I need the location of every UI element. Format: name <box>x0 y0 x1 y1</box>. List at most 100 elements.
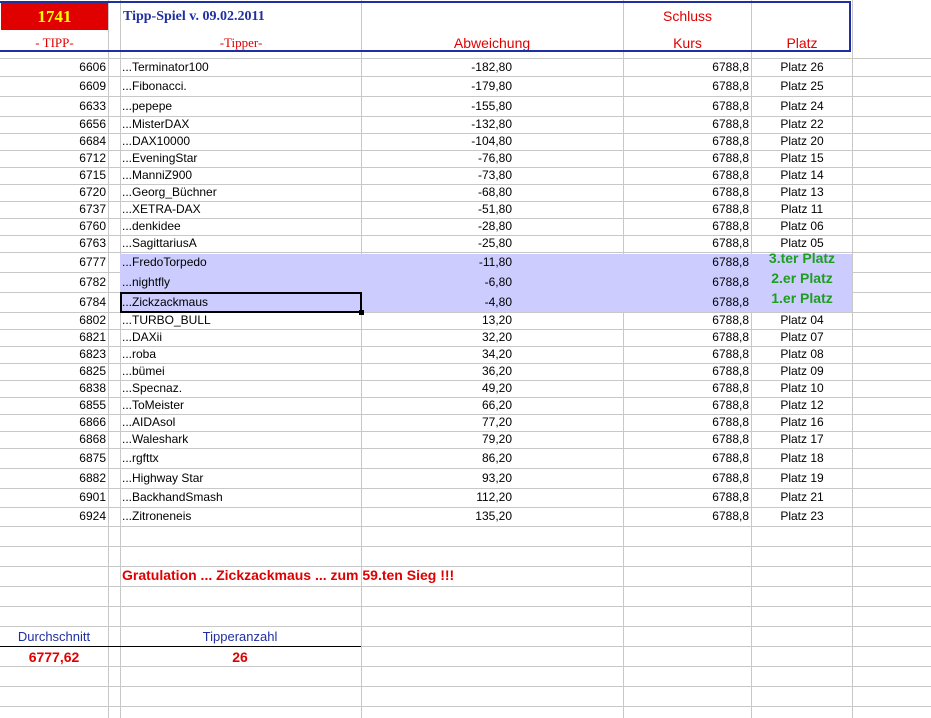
row-abweichung: 79,20 <box>481 432 512 446</box>
row-tipp: 6882 <box>79 471 106 485</box>
row-kurs: 6788,8 <box>712 168 749 182</box>
row-platz: Platz 06 <box>780 219 824 233</box>
row-abweichung: 49,20 <box>481 381 512 395</box>
row-abweichung: -25,80 <box>477 236 512 250</box>
row-kurs: 6788,8 <box>712 490 749 504</box>
row-platz: Platz 18 <box>780 451 824 465</box>
gratulation-text: Gratulation ... Zickzackmaus ... zum 59.… <box>122 567 455 583</box>
grid-column-line <box>120 0 121 718</box>
row-tipper: ...BackhandSmash <box>122 490 223 504</box>
row-kurs: 6788,8 <box>712 219 749 233</box>
row-tipp: 6720 <box>79 185 106 199</box>
row-kurs: 6788,8 <box>712 415 749 429</box>
row-platz: Platz 13 <box>780 185 824 199</box>
row-tipper: ...Highway Star <box>122 471 204 485</box>
row-abweichung: -76,80 <box>477 151 512 165</box>
row-tipper: ...Georg_Büchner <box>122 185 217 199</box>
row-tipper: ...MisterDAX <box>122 117 190 131</box>
grid-row-line <box>0 666 931 667</box>
row-tipper: ...Zitroneneis <box>122 509 192 523</box>
row-tipper: ...ToMeister <box>122 398 185 412</box>
row-platz: Platz 26 <box>780 60 824 74</box>
row-tipper: ...XETRA-DAX <box>122 202 201 216</box>
row-tipp: 6821 <box>79 330 106 344</box>
row-platz: Platz 21 <box>780 490 824 504</box>
row-tipp: 6777 <box>79 255 106 269</box>
row-abweichung: -6,80 <box>484 275 512 289</box>
row-tipper: ...nightfly <box>122 275 171 289</box>
row-platz: Platz 20 <box>780 134 824 148</box>
row-kurs: 6788,8 <box>712 432 749 446</box>
row-platz: Platz 19 <box>780 471 824 485</box>
row-tipp: 6838 <box>79 381 106 395</box>
row-tipp: 6868 <box>79 432 106 446</box>
row-kurs: 6788,8 <box>712 330 749 344</box>
row-kurs: 6788,8 <box>712 99 749 113</box>
tipperanzahl-label: Tipperanzahl <box>202 629 278 644</box>
row-tipp: 6656 <box>79 117 106 131</box>
row-tipper: ...DAXii <box>122 330 163 344</box>
grid-row-line <box>0 686 931 687</box>
grid-row-line <box>0 546 931 547</box>
row-tipper: ...Fibonacci. <box>122 79 187 93</box>
row-kurs: 6788,8 <box>712 185 749 199</box>
row-tipp: 6802 <box>79 313 106 327</box>
row-abweichung: 32,20 <box>481 330 512 344</box>
selected-cell[interactable] <box>120 292 362 313</box>
row-tipper: ...rgfttx <box>122 451 159 465</box>
grid-row-line <box>0 606 931 607</box>
row-abweichung: -11,80 <box>478 255 512 269</box>
row-tipper: ...AIDAsol <box>122 415 176 429</box>
row-tipp: 6633 <box>79 99 106 113</box>
row-kurs: 6788,8 <box>712 60 749 74</box>
row-platz: 2.er Platz <box>771 270 833 286</box>
row-abweichung: 93,20 <box>481 471 512 485</box>
row-tipp: 6823 <box>79 347 106 361</box>
row-platz: Platz 11 <box>780 202 824 216</box>
row-tipper: ...Waleshark <box>122 432 189 446</box>
row-kurs: 6788,8 <box>712 398 749 412</box>
grid-row-line <box>0 526 931 527</box>
grid-row-line <box>0 96 931 97</box>
row-tipper: ...roba <box>122 347 157 361</box>
row-abweichung: 34,20 <box>481 347 512 361</box>
row-tipper: ...pepepe <box>122 99 173 113</box>
row-abweichung: 135,20 <box>475 509 512 523</box>
row-kurs: 6788,8 <box>712 255 749 269</box>
row-abweichung: -4,80 <box>484 295 512 309</box>
grid-row-line <box>0 626 931 627</box>
grid-row-line <box>0 706 931 707</box>
row-tipper: ...Terminator100 <box>122 60 209 74</box>
grid-column-line <box>751 0 752 718</box>
tipperanzahl-value: 26 <box>232 649 248 665</box>
grid-row-line <box>0 76 931 77</box>
row-kurs: 6788,8 <box>712 364 749 378</box>
row-kurs: 6788,8 <box>712 151 749 165</box>
row-kurs: 6788,8 <box>712 117 749 131</box>
row-platz: Platz 24 <box>780 99 824 113</box>
row-abweichung: 36,20 <box>481 364 512 378</box>
grid-row-line <box>0 448 931 449</box>
grid-row-line <box>0 468 931 469</box>
row-abweichung: -28,80 <box>477 219 512 233</box>
row-platz: Platz 16 <box>780 415 824 429</box>
row-tipper: ...ManniZ900 <box>122 168 193 182</box>
header-border <box>0 1 851 52</box>
row-platz: Platz 09 <box>780 364 824 378</box>
row-kurs: 6788,8 <box>712 509 749 523</box>
row-abweichung: 77,20 <box>481 415 512 429</box>
row-tipp: 6825 <box>79 364 106 378</box>
row-tipper: ...DAX10000 <box>122 134 191 148</box>
row-platz: Platz 22 <box>780 117 824 131</box>
row-tipper: ...TURBO_BULL <box>122 313 211 327</box>
row-abweichung: 86,20 <box>481 451 512 465</box>
grid-column-line <box>108 0 109 718</box>
row-abweichung: 112,20 <box>476 490 512 504</box>
row-tipp: 6606 <box>79 60 106 74</box>
row-kurs: 6788,8 <box>712 275 749 289</box>
fill-handle[interactable] <box>359 310 364 315</box>
row-kurs: 6788,8 <box>712 313 749 327</box>
grid-row-line <box>0 586 931 587</box>
row-tipper: ...Specnaz. <box>122 381 183 395</box>
row-tipp: 6866 <box>79 415 106 429</box>
